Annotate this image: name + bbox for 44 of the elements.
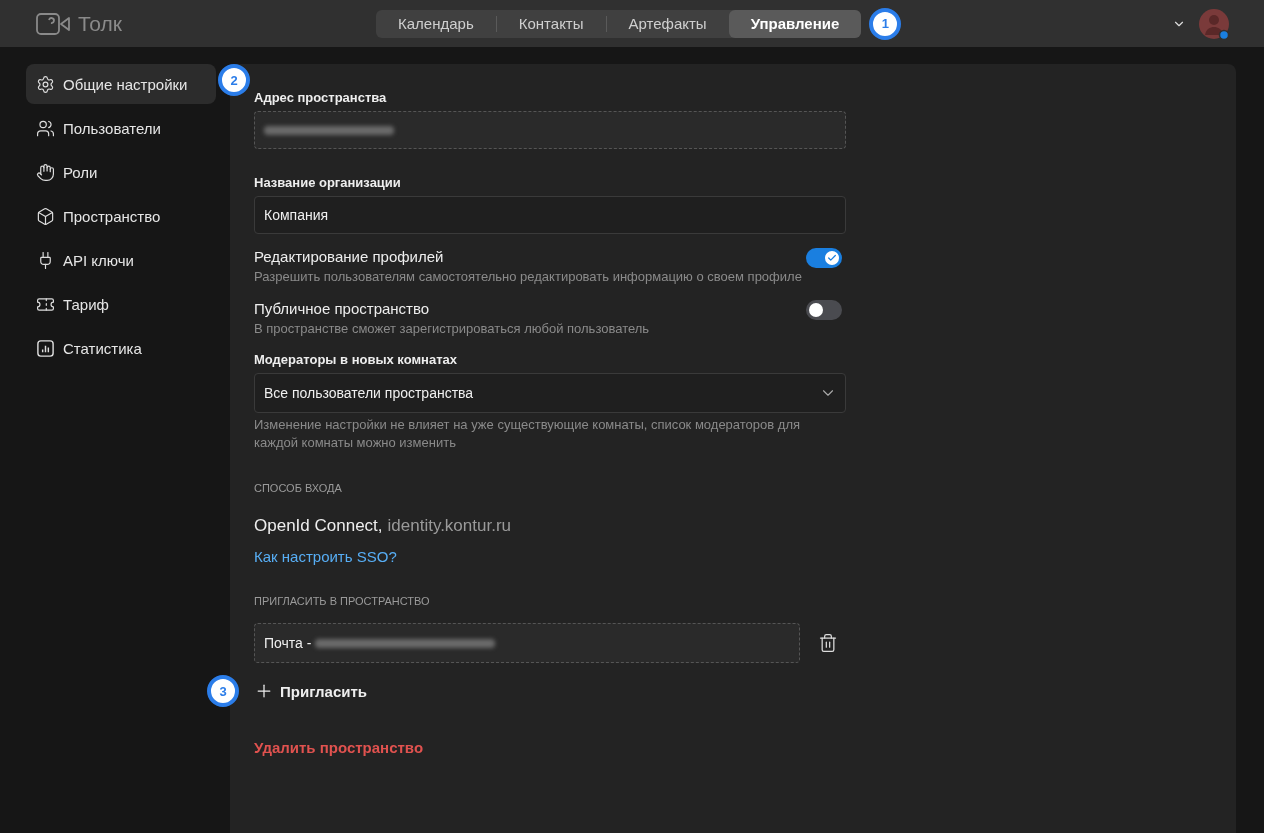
nav-tab[interactable]: Управление — [728, 9, 862, 38]
provider-domain: identity.kontur.ru — [387, 516, 511, 536]
callout-badge: 1 — [869, 7, 902, 40]
field-label: Адрес пространства — [254, 90, 388, 105]
callout-badge: 3 — [207, 675, 239, 707]
moderators-select[interactable]: Все пользователи пространства — [254, 373, 846, 413]
cube-icon — [36, 206, 55, 226]
video-camera-icon — [36, 12, 72, 35]
field-label: Модераторы в новых комнатах — [254, 352, 458, 367]
users-icon — [36, 118, 55, 138]
field-label: Название организации — [254, 175, 402, 190]
avatar[interactable] — [1198, 7, 1230, 40]
provider-name: OpenId Connect, — [254, 516, 383, 536]
section-heading: СПОСОБ ВХОДА — [254, 482, 343, 494]
settings-icon — [36, 74, 55, 94]
chart-icon — [36, 338, 55, 358]
delete-icon[interactable] — [818, 633, 838, 653]
callout-badge: 2 — [218, 64, 250, 96]
invite-field[interactable]: Почта - — [254, 623, 800, 663]
toggle-title: Публичное пространство — [254, 300, 431, 317]
toggle-description: Разрешить пользователям самостоятельно редактировать информацию о своем профиле — [254, 268, 802, 286]
sidebar-item[interactable]: Тариф — [26, 284, 216, 324]
delete-space-button[interactable]: Удалить пространство — [254, 739, 424, 756]
nav-tab[interactable]: Контакты — [496, 9, 606, 38]
hand-icon — [36, 162, 55, 182]
invite-button[interactable]: Пригласить — [254, 681, 368, 701]
org-name-field[interactable]: Компания — [254, 196, 846, 234]
sidebar-item[interactable]: API ключи — [26, 240, 216, 280]
check-icon — [827, 253, 837, 263]
sidebar-item[interactable]: Роли — [26, 152, 216, 192]
sidebar-item[interactable]: Пространство — [26, 196, 216, 236]
sidebar-item[interactable]: Общие настройки — [26, 64, 216, 104]
sso-help-link[interactable]: Как настроить SSO? — [254, 548, 397, 565]
app-name: Толк — [78, 11, 122, 36]
sidebar-item[interactable]: Пользователи — [26, 108, 216, 148]
toggle-switch[interactable] — [806, 300, 842, 320]
toggle-switch[interactable] — [806, 248, 842, 268]
nav-tab[interactable]: Календарь — [376, 9, 496, 38]
nav-tab[interactable]: Артефакты — [606, 9, 729, 38]
toggle-description: В пространстве сможет зарегистрироваться любой пользователь — [254, 320, 650, 338]
field-hint: Изменение настройки не влияет на уже существующие комнаты, список модераторов для каждой комнаты можно изменить — [254, 416, 802, 452]
toggle-title: Редактирование профилей — [254, 248, 445, 265]
sidebar-item[interactable]: Статистика — [26, 328, 216, 368]
section-heading: ПРИГЛАСИТЬ В ПРОСТРАНСТВО — [254, 595, 431, 607]
